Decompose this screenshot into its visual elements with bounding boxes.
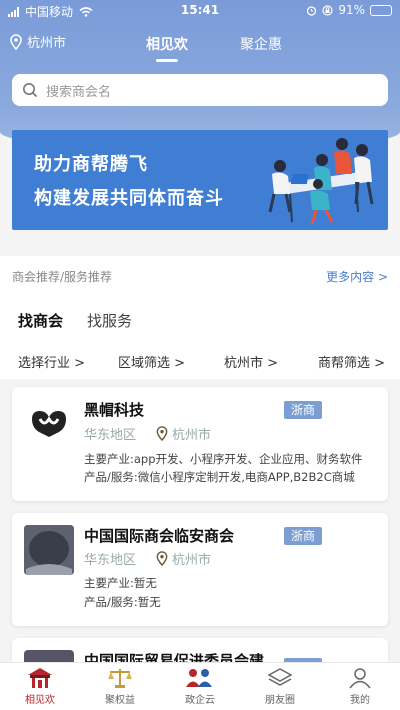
list-item[interactable]: 中国国际商会临安商会 浙商 华东地区 杭州市 主要产业:暂无 产品/服务:暂无: [12, 513, 388, 626]
filter-industry[interactable]: 选择行业 >: [18, 352, 85, 371]
list-item[interactable]: 黑帽科技 浙商 华东地区 杭州市 主要产业:app开发、小程序开发、企业应用、财…: [12, 387, 388, 501]
tabbar-xiangjianhuan[interactable]: 相见欢: [0, 663, 80, 710]
scales-icon: [108, 669, 132, 688]
location-pin-icon: [10, 33, 22, 50]
search-placeholder: 搜索商会名: [46, 84, 112, 100]
location-selector[interactable]: 杭州市: [10, 32, 66, 51]
region-label: 华东地区: [84, 428, 137, 443]
card-service: 产品/服务:暂无: [84, 595, 161, 609]
tabbar-label: 我的: [350, 695, 370, 706]
city-label: 杭州市: [172, 428, 212, 443]
team-illustration: [268, 138, 374, 225]
card-tag: 浙商: [284, 527, 322, 545]
location-pin-icon: [156, 426, 168, 441]
filter-bar: 选择行业 > 区域筛选 > 杭州市 > 商帮筛选 >: [0, 352, 400, 371]
city-label: 杭州市: [172, 553, 212, 568]
region-label: 华东地区: [84, 553, 137, 568]
card-region: 华东地区 杭州市: [84, 549, 211, 568]
search-icon: [23, 83, 38, 98]
status-bar: 中国移动 15:41 91%: [0, 0, 400, 20]
filter-region[interactable]: 区域筛选 >: [118, 352, 185, 371]
location-label: 杭州市: [27, 36, 67, 51]
promo-banner[interactable]: 助力商帮腾飞 构建发展共同体而奋斗: [12, 130, 388, 230]
tab-xiangjianhuan[interactable]: 相见欢: [146, 34, 188, 62]
banner-line-2: 构建发展共同体而奋斗: [34, 188, 224, 209]
card-tag: 浙商: [284, 401, 322, 419]
top-nav: 杭州市 相见欢 聚企惠: [0, 28, 400, 62]
tabbar-pengyouquan[interactable]: 朋友圈: [240, 663, 320, 710]
filter-group[interactable]: 商帮筛选 >: [318, 352, 385, 371]
tabbar-zhengqiyun[interactable]: 政企云: [160, 663, 240, 710]
banner-line-1: 助力商帮腾飞: [34, 154, 148, 175]
company-logo: [24, 399, 74, 449]
tab-find-service[interactable]: 找服务: [87, 310, 132, 331]
card-region: 华东地区 杭州市: [84, 424, 211, 443]
battery-icon: [370, 4, 392, 16]
pavilion-icon: [28, 668, 52, 688]
more-content-link[interactable]: 更多内容 >: [326, 268, 388, 285]
user-icon: [349, 668, 371, 689]
tabbar-mine[interactable]: 我的: [320, 663, 400, 710]
company-logo: [24, 525, 74, 575]
card-industry: 主要产业:app开发、小程序开发、企业应用、财务软件: [84, 452, 363, 466]
recommend-row: 商会推荐/服务推荐 更多内容 >: [12, 268, 388, 285]
filter-city[interactable]: 杭州市 >: [224, 352, 278, 371]
find-tabs: 找商会 找服务: [18, 310, 132, 331]
card-name: 中国国际商会临安商会: [84, 527, 235, 545]
orientation-lock-icon: [322, 4, 333, 16]
battery-percent: 91%: [338, 3, 365, 17]
people-icon: [186, 669, 212, 687]
card-service: 产品/服务:微信小程序定制开发,电商APP,B2B2C商城: [84, 470, 355, 484]
tabbar-label: 政企云: [185, 695, 215, 706]
search-input[interactable]: 搜索商会名: [12, 74, 388, 106]
tabbar-label: 相见欢: [25, 695, 55, 706]
location-pin-icon: [156, 551, 168, 566]
bottom-tab-bar: 相见欢 聚权益 政企云 朋友圈 我的: [0, 662, 400, 710]
tabbar-juquanyi[interactable]: 聚权益: [80, 663, 160, 710]
alarm-icon: [307, 5, 317, 16]
layers-icon: [267, 668, 293, 686]
card-name: 黑帽科技: [84, 401, 145, 419]
tab-find-chamber[interactable]: 找商会: [18, 310, 63, 331]
tabbar-label: 朋友圈: [265, 695, 295, 706]
recommend-label: 商会推荐/服务推荐: [12, 270, 113, 284]
tabbar-label: 聚权益: [105, 695, 135, 706]
tab-juqihui[interactable]: 聚企惠: [240, 34, 282, 54]
card-industry: 主要产业:暂无: [84, 576, 157, 590]
